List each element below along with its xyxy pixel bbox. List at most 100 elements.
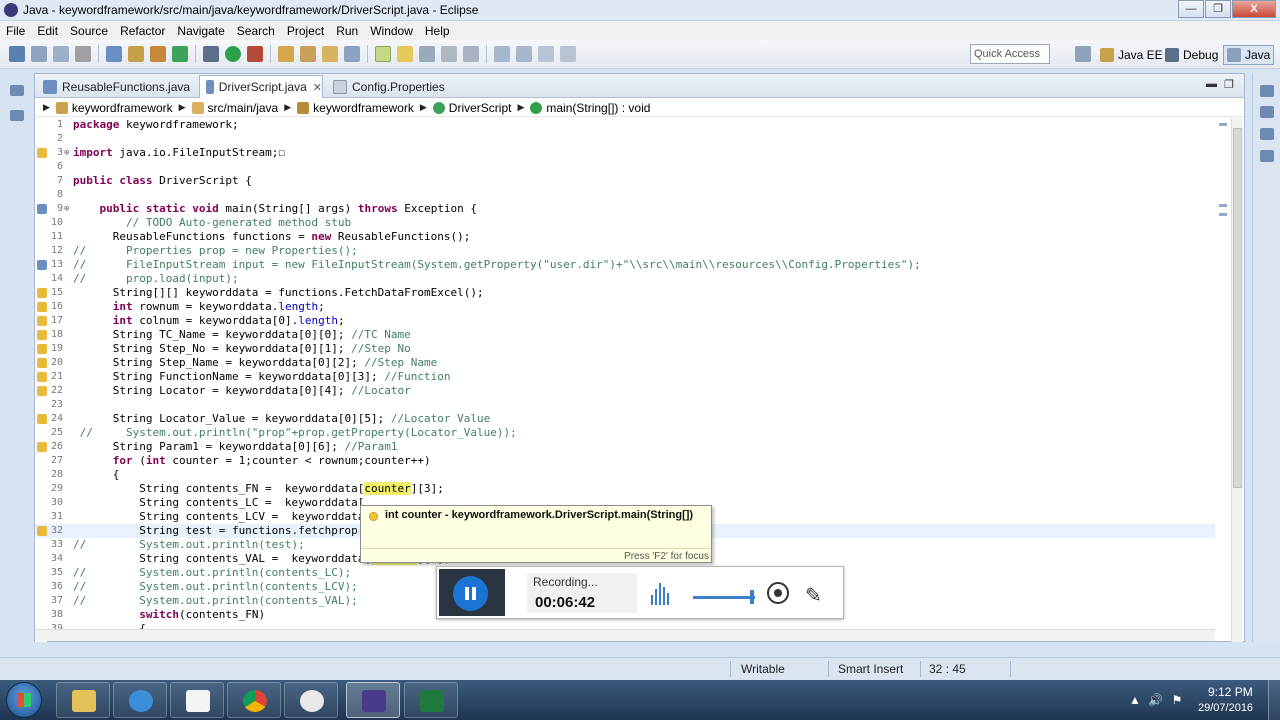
clock-time[interactable]: 9:12 PM <box>1208 685 1253 699</box>
code-line[interactable]: 19 String Step_No = keyworddata[0][1]; /… <box>35 342 1215 356</box>
menu-project[interactable]: Project <box>281 24 330 38</box>
warning-icon[interactable] <box>37 344 47 354</box>
debug-icon[interactable] <box>203 46 219 62</box>
breadcrumb-package[interactable]: keywordframework <box>297 101 414 115</box>
taskbar-chrome[interactable] <box>227 682 281 718</box>
menu-navigate[interactable]: Navigate <box>171 24 230 38</box>
taskbar-solitaire[interactable] <box>170 682 224 718</box>
webcam-icon[interactable] <box>767 582 789 604</box>
warning-icon[interactable] <box>37 414 47 424</box>
restore-view-icon[interactable] <box>1260 85 1274 97</box>
code-line[interactable]: 3 ⊕ import java.io.FileInputStream;☐ <box>35 146 1215 160</box>
vertical-scrollbar[interactable] <box>1231 118 1243 642</box>
warning-icon[interactable] <box>37 442 47 452</box>
code-line[interactable]: 23 <box>35 398 1215 412</box>
warning-icon[interactable] <box>37 148 47 158</box>
outline-icon[interactable] <box>1260 106 1274 118</box>
task-list-icon[interactable] <box>1260 128 1274 140</box>
code-line[interactable]: 27 for (int counter = 1;counter < rownum… <box>35 454 1215 468</box>
audio-level-icon[interactable] <box>651 581 671 605</box>
code-line[interactable]: 13 // FileInputStream input = new FileInp… <box>35 258 1215 272</box>
horizontal-scrollbar[interactable] <box>35 629 1215 641</box>
mark-occurrences-icon[interactable] <box>375 46 391 62</box>
perspective-java-ee[interactable]: Java EE <box>1100 45 1163 65</box>
code-line[interactable]: 22 String Locator = keyworddata[0][4]; /… <box>35 384 1215 398</box>
code-line[interactable]: 11 ReusableFunctions functions = new Reu… <box>35 230 1215 244</box>
menu-file[interactable]: File <box>0 24 31 38</box>
code-line[interactable]: 10 // TODO Auto-generated method stub <box>35 216 1215 230</box>
taskbar-eclipse[interactable] <box>346 682 400 718</box>
code-line[interactable]: 16 int rownum = keyworddata.length; <box>35 300 1215 314</box>
save-all-icon[interactable] <box>53 46 69 62</box>
tab-config-properties[interactable]: Config.Properties <box>327 75 477 98</box>
overview-marker[interactable] <box>1219 123 1227 126</box>
menu-run[interactable]: Run <box>330 24 364 38</box>
warning-icon[interactable] <box>37 386 47 396</box>
print-icon[interactable] <box>75 46 91 62</box>
menu-window[interactable]: Window <box>364 24 419 38</box>
menu-help[interactable]: Help <box>419 24 456 38</box>
minimize-editor-icon[interactable]: ▬ <box>1206 78 1217 90</box>
network-icon[interactable]: ⚑ <box>1170 693 1184 707</box>
breadcrumb-project[interactable]: keywordframework <box>55 101 173 115</box>
code-line[interactable]: 28 { <box>35 468 1215 482</box>
forward-icon[interactable] <box>560 46 576 62</box>
code-line[interactable]: 26 String Param1 = keyworddata[0][6]; //… <box>35 440 1215 454</box>
next-annotation-icon[interactable] <box>494 46 510 62</box>
taskbar-screen-capture[interactable] <box>284 682 338 718</box>
code-line[interactable]: 7 public class DriverScript { <box>35 174 1215 188</box>
code-line[interactable]: 18 String TC_Name = keyworddata[0][0]; /… <box>35 328 1215 342</box>
fold-toggle-icon[interactable]: ⊕ <box>64 146 72 160</box>
taskbar-excel[interactable] <box>404 682 458 718</box>
warning-icon[interactable] <box>37 302 47 312</box>
override-marker-icon[interactable] <box>37 204 47 214</box>
pen-icon[interactable]: ✎ <box>805 583 822 608</box>
search-icon[interactable] <box>344 46 360 62</box>
code-line[interactable]: 25 // System.out.println("prop"+prop.get… <box>35 426 1215 440</box>
code-line[interactable]: 15 String[][] keyworddata = functions.Fe… <box>35 286 1215 300</box>
show-whitespace-icon[interactable] <box>441 46 457 62</box>
new-java-project-icon[interactable] <box>278 46 294 62</box>
warning-icon[interactable] <box>37 358 47 368</box>
open-type-icon[interactable] <box>322 46 338 62</box>
start-button[interactable] <box>6 682 42 718</box>
warning-icon[interactable] <box>37 330 47 340</box>
code-line[interactable]: 24 String Locator_Value = keyworddata[0]… <box>35 412 1215 426</box>
menu-edit[interactable]: Edit <box>31 24 64 38</box>
code-editor[interactable]: 1 package keywordframework; 2 3 ⊕ import java… <box>35 118 1215 642</box>
menu-search[interactable]: Search <box>231 24 281 38</box>
warning-icon[interactable] <box>37 316 47 326</box>
refresh-icon[interactable] <box>172 46 188 62</box>
server-icon[interactable] <box>106 46 122 62</box>
prev-annotation-icon[interactable] <box>516 46 532 62</box>
code-line[interactable]: 8 <box>35 188 1215 202</box>
pause-button[interactable] <box>453 576 488 611</box>
code-line[interactable]: 6 <box>35 160 1215 174</box>
close-tab-icon[interactable]: ✕ <box>313 81 322 94</box>
restore-button[interactable]: ❐ <box>1205 0 1231 18</box>
code-line[interactable]: 9 ⊕ public static void main(String[] args… <box>35 202 1215 216</box>
warning-icon[interactable] <box>37 372 47 382</box>
overview-marker[interactable] <box>1219 213 1227 216</box>
code-line[interactable]: 29 String contents_FN = keyworddata[coun… <box>35 482 1215 496</box>
quick-access-field[interactable]: Quick Access <box>970 44 1050 64</box>
run-icon[interactable] <box>225 46 241 62</box>
overview-marker[interactable] <box>1219 204 1227 207</box>
save-icon[interactable] <box>31 46 47 62</box>
package-icon[interactable] <box>128 46 144 62</box>
warning-icon[interactable] <box>37 288 47 298</box>
code-line[interactable]: 1 package keywordframework; <box>35 118 1215 132</box>
menu-refactor[interactable]: Refactor <box>114 24 171 38</box>
breadcrumb-source-folder[interactable]: src/main/java <box>191 101 278 115</box>
menu-source[interactable]: Source <box>64 24 114 38</box>
tab-reusablefunctions[interactable]: ReusableFunctions.java <box>37 75 197 98</box>
close-button[interactable]: X <box>1232 0 1276 18</box>
code-line[interactable]: 20 String Step_Name = keyworddata[0][2];… <box>35 356 1215 370</box>
taskbar-explorer[interactable] <box>56 682 110 718</box>
override-marker-icon[interactable] <box>37 260 47 270</box>
perspective-debug[interactable]: Debug <box>1165 45 1218 65</box>
code-line[interactable]: 21 String FunctionName = keyworddata[0][… <box>35 370 1215 384</box>
code-line[interactable]: 17 int colnum = keyworddata[0].length; <box>35 314 1215 328</box>
tab-driverscript[interactable]: DriverScript.java ✕ <box>199 75 323 98</box>
perspective-java[interactable]: Java <box>1223 45 1275 65</box>
